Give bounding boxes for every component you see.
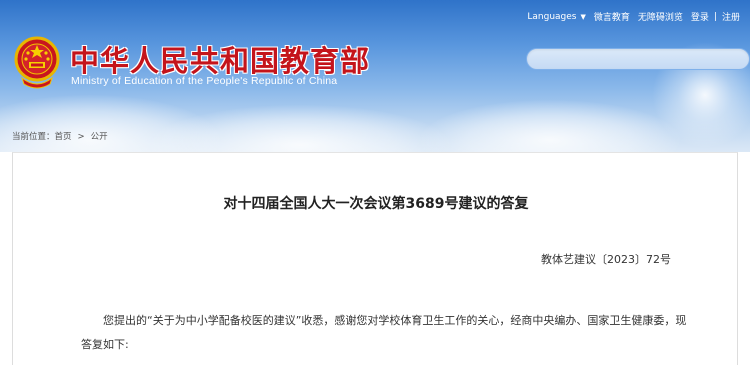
article-title: 对十四届全国人大一次会议第3689号建议的答复 [223,196,529,212]
weibo-link[interactable]: 微言教育 [594,10,630,23]
breadcrumb-arrow: > [77,132,85,142]
article-container: 对十四届全国人大一次会议第3689号建议的答复 教体艺建议〔2023〕72号 您… [12,152,738,365]
document-number: 教体艺建议〔2023〕72号 [541,253,671,266]
cloud-decoration [420,100,680,152]
breadcrumb-home[interactable]: 首页 [55,132,72,142]
link-separator: | [713,11,717,22]
article-body: 您提出的“关于为中小学配备校医的建议”收悉，感谢您对学校体育卫生工作的关心，经商… [81,314,687,351]
login-link[interactable]: 登录 [691,10,709,23]
breadcrumb-public[interactable]: 公开 [91,132,108,142]
accessible-browsing-link[interactable]: 无障碍浏览 [638,10,683,23]
top-links: Languages ▼ 微言教育 无障碍浏览 登录 | 注册 [527,10,740,24]
breadcrumb-prefix: 当前位置： [12,132,55,142]
site-title: 中华人民共和国教育部 [70,44,371,78]
breadcrumb: 当前位置：首页 > 公开 [12,130,108,142]
site-header: 中华人民共和国教育部 Ministry of Education of the … [0,0,750,152]
chevron-down-icon[interactable]: ▼ [581,13,586,21]
search-box[interactable] [526,48,750,72]
languages-link[interactable]: Languages [527,12,576,22]
cloud-decoration [150,105,450,152]
search-input[interactable] [527,51,749,72]
national-emblem-icon [14,36,60,89]
register-link[interactable]: 注册 [722,10,740,23]
site-subtitle: Ministry of Education of the People's Re… [71,75,338,87]
